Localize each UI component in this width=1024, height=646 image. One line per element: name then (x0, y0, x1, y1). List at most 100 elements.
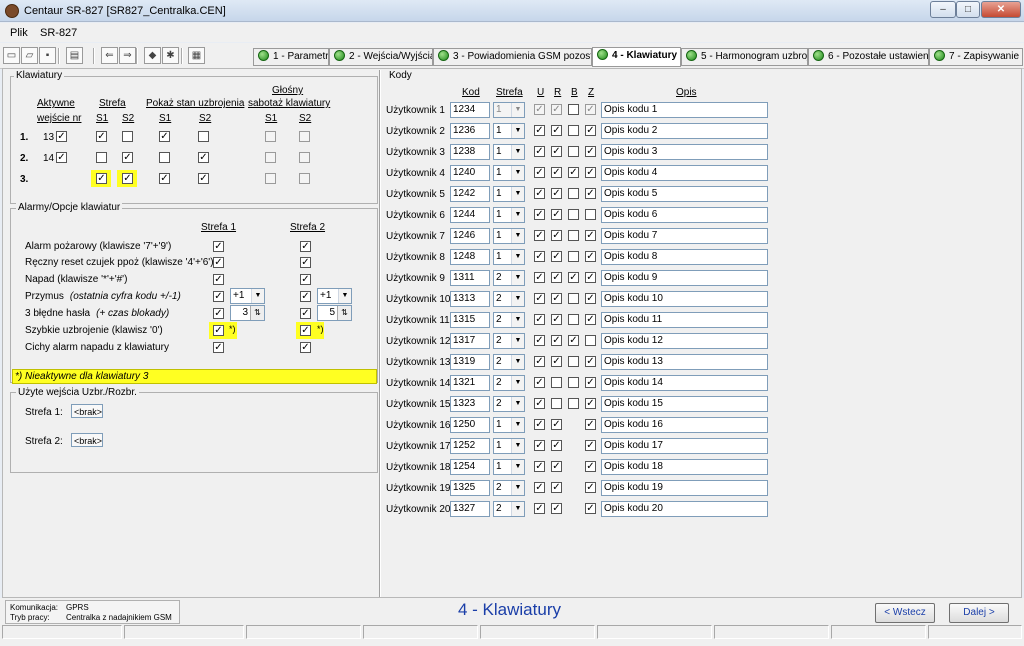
user-z-checkbox[interactable] (585, 293, 596, 304)
user-description-input[interactable]: Opis kodu 5 (601, 186, 768, 202)
user-z-checkbox[interactable] (585, 272, 596, 283)
user-z-checkbox[interactable] (585, 461, 596, 472)
zone1-checkbox[interactable] (96, 131, 107, 142)
user-u-checkbox[interactable] (534, 461, 545, 472)
user-r-checkbox[interactable] (551, 503, 562, 514)
user-r-checkbox[interactable] (551, 230, 562, 241)
loud-tamper-s2-checkbox[interactable] (299, 131, 310, 142)
user-u-checkbox[interactable] (534, 293, 545, 304)
user-description-input[interactable]: Opis kodu 1 (601, 102, 768, 118)
user-r-checkbox[interactable] (551, 398, 562, 409)
user-zone-select[interactable]: 1 ▼ (493, 249, 525, 265)
user-description-input[interactable]: Opis kodu 14 (601, 375, 768, 391)
user-r-checkbox[interactable] (551, 377, 562, 388)
user-u-checkbox[interactable] (534, 356, 545, 367)
user-r-checkbox[interactable] (551, 125, 562, 136)
tab-3[interactable]: 3 - Powiadomienia GSM pozostałe (433, 48, 592, 66)
user-r-checkbox[interactable] (551, 146, 562, 157)
write-button[interactable]: ✱ (162, 47, 179, 64)
user-b-checkbox[interactable] (568, 209, 579, 220)
user-u-checkbox[interactable] (534, 440, 545, 451)
user-u-checkbox[interactable] (534, 230, 545, 241)
user-b-checkbox[interactable] (568, 188, 579, 199)
user-z-checkbox[interactable] (585, 482, 596, 493)
minimize-button[interactable]: – (930, 1, 956, 18)
user-b-checkbox[interactable] (568, 335, 579, 346)
show-armed-s2-checkbox[interactable] (198, 173, 209, 184)
user-code-input[interactable]: 1236 (450, 123, 490, 139)
user-code-input[interactable]: 1250 (450, 417, 490, 433)
user-u-checkbox[interactable] (534, 167, 545, 178)
user-zone-select[interactable]: 2 ▼ (493, 375, 525, 391)
export-button[interactable]: ⇒ (119, 47, 136, 64)
zone2-option-checkbox[interactable] (300, 342, 311, 353)
zone2-wrong-code-spinner[interactable]: 5 ⇅ (317, 305, 352, 321)
user-description-input[interactable]: Opis kodu 8 (601, 249, 768, 265)
user-u-checkbox[interactable] (534, 377, 545, 388)
user-u-checkbox[interactable] (534, 503, 545, 514)
import-button[interactable]: ⇐ (101, 47, 118, 64)
user-description-input[interactable]: Opis kodu 17 (601, 438, 768, 454)
tab-4[interactable]: 4 - Klawiatury (592, 47, 681, 67)
user-u-checkbox[interactable] (534, 314, 545, 325)
zone1-option-checkbox[interactable] (213, 291, 224, 302)
zone1-option-checkbox[interactable] (213, 308, 224, 319)
user-r-checkbox[interactable] (551, 461, 562, 472)
tab-5[interactable]: 5 - Harmonogram uzbrojeń (681, 48, 808, 66)
user-z-checkbox[interactable] (585, 251, 596, 262)
user-r-checkbox[interactable] (551, 188, 562, 199)
tab-1[interactable]: 1 - Parametry (253, 48, 329, 66)
user-b-checkbox[interactable] (568, 125, 579, 136)
zone1-option-checkbox[interactable] (213, 274, 224, 285)
user-description-input[interactable]: Opis kodu 3 (601, 144, 768, 160)
user-z-checkbox[interactable] (585, 503, 596, 514)
user-b-checkbox[interactable] (568, 167, 579, 178)
user-description-input[interactable]: Opis kodu 12 (601, 333, 768, 349)
menu-sr827[interactable]: SR-827 (40, 27, 77, 39)
user-code-input[interactable]: 1311 (450, 270, 490, 286)
user-z-checkbox[interactable] (585, 377, 596, 388)
user-b-checkbox[interactable] (568, 377, 579, 388)
show-armed-s2-checkbox[interactable] (198, 152, 209, 163)
user-code-input[interactable]: 1234 (450, 102, 490, 118)
user-u-checkbox[interactable] (534, 482, 545, 493)
show-armed-s1-checkbox[interactable] (159, 131, 170, 142)
loud-tamper-s1-checkbox[interactable] (265, 152, 276, 163)
user-b-checkbox[interactable] (568, 398, 579, 409)
zone2-option-checkbox[interactable] (300, 325, 311, 336)
user-description-input[interactable]: Opis kodu 15 (601, 396, 768, 412)
tab-6[interactable]: 6 - Pozostałe ustawienia (808, 48, 929, 66)
show-armed-s1-checkbox[interactable] (159, 173, 170, 184)
back-button[interactable]: < Wstecz (875, 603, 935, 623)
loud-tamper-s2-checkbox[interactable] (299, 173, 310, 184)
show-armed-s1-checkbox[interactable] (159, 152, 170, 163)
user-u-checkbox[interactable] (534, 125, 545, 136)
loud-tamper-s2-checkbox[interactable] (299, 152, 310, 163)
user-zone-select[interactable]: 1 ▼ (493, 207, 525, 223)
user-zone-select[interactable]: 1 ▼ (493, 102, 525, 118)
loud-tamper-s1-checkbox[interactable] (265, 131, 276, 142)
user-description-input[interactable]: Opis kodu 20 (601, 501, 768, 517)
keypad-active-checkbox[interactable] (56, 152, 67, 163)
user-zone-select[interactable]: 1 ▼ (493, 459, 525, 475)
user-code-input[interactable]: 1315 (450, 312, 490, 328)
save-button[interactable]: ▪ (39, 47, 56, 64)
user-z-checkbox[interactable] (585, 167, 596, 178)
user-r-checkbox[interactable] (551, 482, 562, 493)
user-u-checkbox[interactable] (534, 146, 545, 157)
user-b-checkbox[interactable] (568, 230, 579, 241)
user-u-checkbox[interactable] (534, 209, 545, 220)
user-r-checkbox[interactable] (551, 440, 562, 451)
user-code-input[interactable]: 1242 (450, 186, 490, 202)
user-zone-select[interactable]: 2 ▼ (493, 501, 525, 517)
zone1-option-checkbox[interactable] (213, 241, 224, 252)
user-description-input[interactable]: Opis kodu 7 (601, 228, 768, 244)
user-description-input[interactable]: Opis kodu 11 (601, 312, 768, 328)
user-description-input[interactable]: Opis kodu 2 (601, 123, 768, 139)
user-zone-select[interactable]: 2 ▼ (493, 291, 525, 307)
user-description-input[interactable]: Opis kodu 10 (601, 291, 768, 307)
user-z-checkbox[interactable] (585, 440, 596, 451)
user-r-checkbox[interactable] (551, 272, 562, 283)
user-code-input[interactable]: 1240 (450, 165, 490, 181)
user-zone-select[interactable]: 2 ▼ (493, 270, 525, 286)
